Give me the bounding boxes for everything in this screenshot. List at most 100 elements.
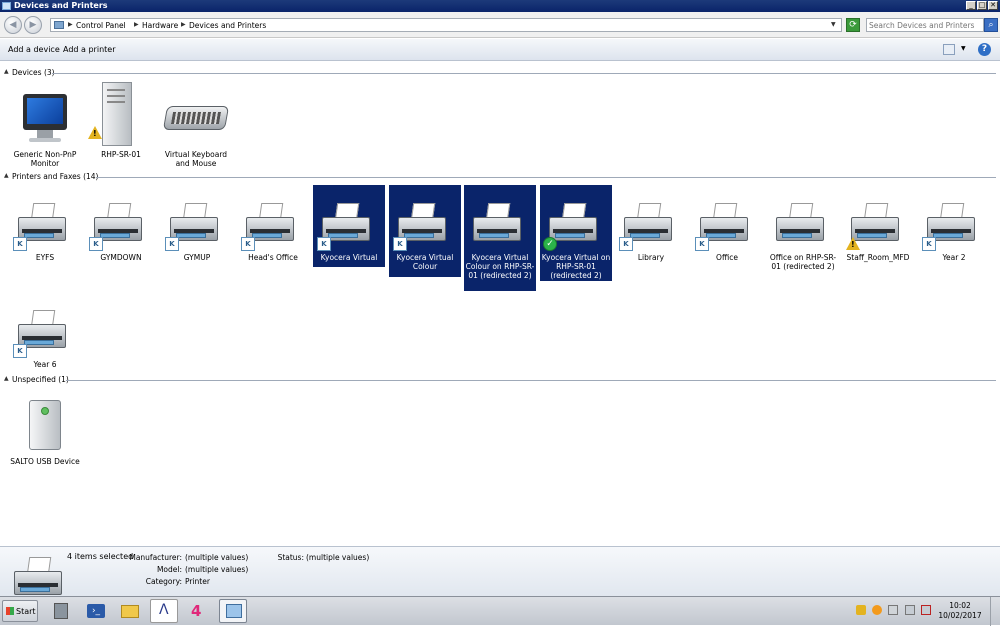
powershell-icon[interactable]: ›_ <box>82 599 110 623</box>
printer-label: Office <box>716 253 738 262</box>
printer-item-gymup[interactable]: K GYMUP <box>162 185 232 263</box>
printer-label: Library <box>637 253 665 262</box>
printer-item-year-2[interactable]: K Year 2 <box>919 185 989 263</box>
start-button[interactable]: Start <box>2 600 38 622</box>
devices-printers-app-icon <box>2 2 11 10</box>
devices-printers-taskbar-icon[interactable] <box>219 599 247 623</box>
search-icon[interactable]: ⌕ <box>984 18 998 32</box>
selection-count: 4 items selected <box>67 552 134 561</box>
group-header-devices[interactable]: ▲ Devices (3) <box>0 68 1000 78</box>
windows-logo-icon <box>6 607 14 615</box>
help-icon[interactable]: ? <box>978 43 991 56</box>
volume-muted-icon[interactable] <box>921 605 931 615</box>
printer-item-kyocera-virtual[interactable]: K Kyocera Virtual <box>313 185 385 267</box>
category-label: Category: <box>145 577 182 586</box>
kyocera-badge-icon: K <box>695 237 709 251</box>
breadcrumb-devices-and-printers[interactable]: Devices and Printers <box>189 21 266 30</box>
divider <box>66 380 996 381</box>
printer-item-year-6[interactable]: K Year 6 <box>10 292 80 370</box>
model-label: Model: <box>156 565 182 574</box>
view-options-icon[interactable] <box>943 44 955 55</box>
window-title: Devices and Printers <box>14 1 108 10</box>
server-manager-icon[interactable] <box>48 599 76 623</box>
add-device-button[interactable]: Add a device <box>8 45 60 54</box>
monitor-icon <box>23 94 67 130</box>
printer-item-gymdown[interactable]: K GYMDOWN <box>86 185 156 263</box>
command-bar: Add a device Add a printer ▼ ? <box>0 39 1000 61</box>
collapse-icon[interactable]: ▲ <box>4 172 9 179</box>
printer-label: Head's Office <box>248 253 298 262</box>
clock-time: 10:02 <box>949 601 971 610</box>
printer-item-office-redirected[interactable]: Office on RHP-SR-01 (redirected 2) <box>768 185 838 285</box>
system-clock[interactable]: 10:02 10/02/2017 <box>938 601 982 621</box>
maximize-button[interactable]: □ <box>977 1 987 10</box>
app-a-icon[interactable]: Λ <box>150 599 178 623</box>
status-label: Status: <box>277 553 304 562</box>
printer-label: GYMDOWN <box>100 253 142 262</box>
details-pane: 4 items selected Manufacturer: (multiple… <box>0 546 1000 596</box>
device-item-keyboard[interactable]: Virtual Keyboard and Mouse <box>161 84 231 170</box>
divider <box>52 73 996 74</box>
search-box[interactable] <box>866 18 984 32</box>
device-item-monitor[interactable]: Generic Non-PnP Monitor <box>10 84 80 170</box>
printer-item-heads-office[interactable]: K Head's Office <box>238 185 308 263</box>
device-item-salto-usb[interactable]: SALTO USB Device <box>10 390 80 470</box>
group-label: Printers and Faxes (14) <box>12 172 99 181</box>
refresh-button[interactable]: ⟳ <box>846 18 860 32</box>
printer-item-library[interactable]: K Library <box>616 185 686 263</box>
printer-item-kyocera-virtual-colour-redirected[interactable]: Kyocera Virtual Colour on RHP-SR-01 (red… <box>464 185 536 291</box>
kyocera-badge-icon: K <box>317 237 331 251</box>
kyocera-badge-icon: K <box>13 237 27 251</box>
model-value: (multiple values) <box>185 565 249 574</box>
device-list-view[interactable]: ▲ Devices (3) Generic Non-PnP Monitor ! … <box>0 62 1000 545</box>
group-header-printers[interactable]: ▲ Printers and Faxes (14) <box>0 172 1000 182</box>
printer-item-kyocera-virtual-redirected[interactable]: ✓ Kyocera Virtual on RHP-SR-01 (redirect… <box>540 185 612 281</box>
device-label: RHP-SR-01 <box>101 150 141 159</box>
printer-item-office[interactable]: K Office <box>692 185 762 263</box>
printer-item-kyocera-virtual-colour[interactable]: K Kyocera Virtual Colour <box>389 185 461 277</box>
server-tower-icon <box>102 82 132 146</box>
default-printer-check-icon: ✓ <box>543 237 557 251</box>
printer-label: Staff_Room_MFD <box>846 253 910 262</box>
window-title-bar[interactable]: Devices and Printers _ □ ✕ <box>0 0 1000 12</box>
kyocera-badge-icon: K <box>393 237 407 251</box>
group-header-unspecified[interactable]: ▲ Unspecified (1) <box>0 375 1000 385</box>
back-button[interactable]: ◀ <box>4 16 22 34</box>
show-desktop-button[interactable] <box>990 597 1000 626</box>
chevron-right-icon[interactable]: ▶ <box>134 21 139 28</box>
forward-button[interactable]: ▶ <box>24 16 42 34</box>
device-label: Generic Non-PnP Monitor <box>13 150 77 168</box>
printer-label: EYFS <box>35 253 55 262</box>
address-bar[interactable]: ▶ Control Panel ▶ Hardware ▶ Devices and… <box>50 18 842 32</box>
chevron-right-icon[interactable]: ▶ <box>181 21 186 28</box>
kyocera-badge-icon: K <box>922 237 936 251</box>
device-item-rhp-sr-01[interactable]: ! RHP-SR-01 <box>86 80 156 166</box>
breadcrumb-hardware[interactable]: Hardware <box>142 21 178 30</box>
printer-item-eyfs[interactable]: K EYFS <box>10 185 80 263</box>
chevron-right-icon[interactable]: ▶ <box>68 21 73 28</box>
file-explorer-icon[interactable] <box>116 599 144 623</box>
kyocera-badge-icon: K <box>89 237 103 251</box>
kyocera-badge-icon: K <box>241 237 255 251</box>
warning-icon: ! <box>846 237 860 250</box>
network-warning-icon[interactable] <box>888 605 898 615</box>
printer-label: Office on RHP-SR-01 (redirected 2) <box>769 253 837 271</box>
add-printer-button[interactable]: Add a printer <box>63 45 115 54</box>
minimize-button[interactable]: _ <box>966 1 976 10</box>
printer-label: Year 2 <box>942 253 966 262</box>
close-button[interactable]: ✕ <box>988 1 998 10</box>
breadcrumb-control-panel[interactable]: Control Panel <box>76 21 126 30</box>
update-icon[interactable] <box>872 605 882 615</box>
printer-item-staff-room-mfd[interactable]: ! Staff_Room_MFD <box>843 185 913 263</box>
display-icon[interactable] <box>905 605 915 615</box>
search-input[interactable] <box>869 20 981 31</box>
app-four-icon[interactable]: 4 <box>184 599 212 623</box>
collapse-icon[interactable]: ▲ <box>4 68 9 75</box>
collapse-icon[interactable]: ▲ <box>4 375 9 382</box>
taskbar: Start ›_ Λ 4 10:02 10/02/2017 <box>0 596 1000 626</box>
divider <box>96 177 996 178</box>
usb-device-icon <box>29 400 61 450</box>
chevron-down-icon[interactable]: ▼ <box>961 45 966 52</box>
chevron-down-icon[interactable]: ▼ <box>831 21 836 28</box>
security-shield-icon[interactable] <box>856 605 866 615</box>
